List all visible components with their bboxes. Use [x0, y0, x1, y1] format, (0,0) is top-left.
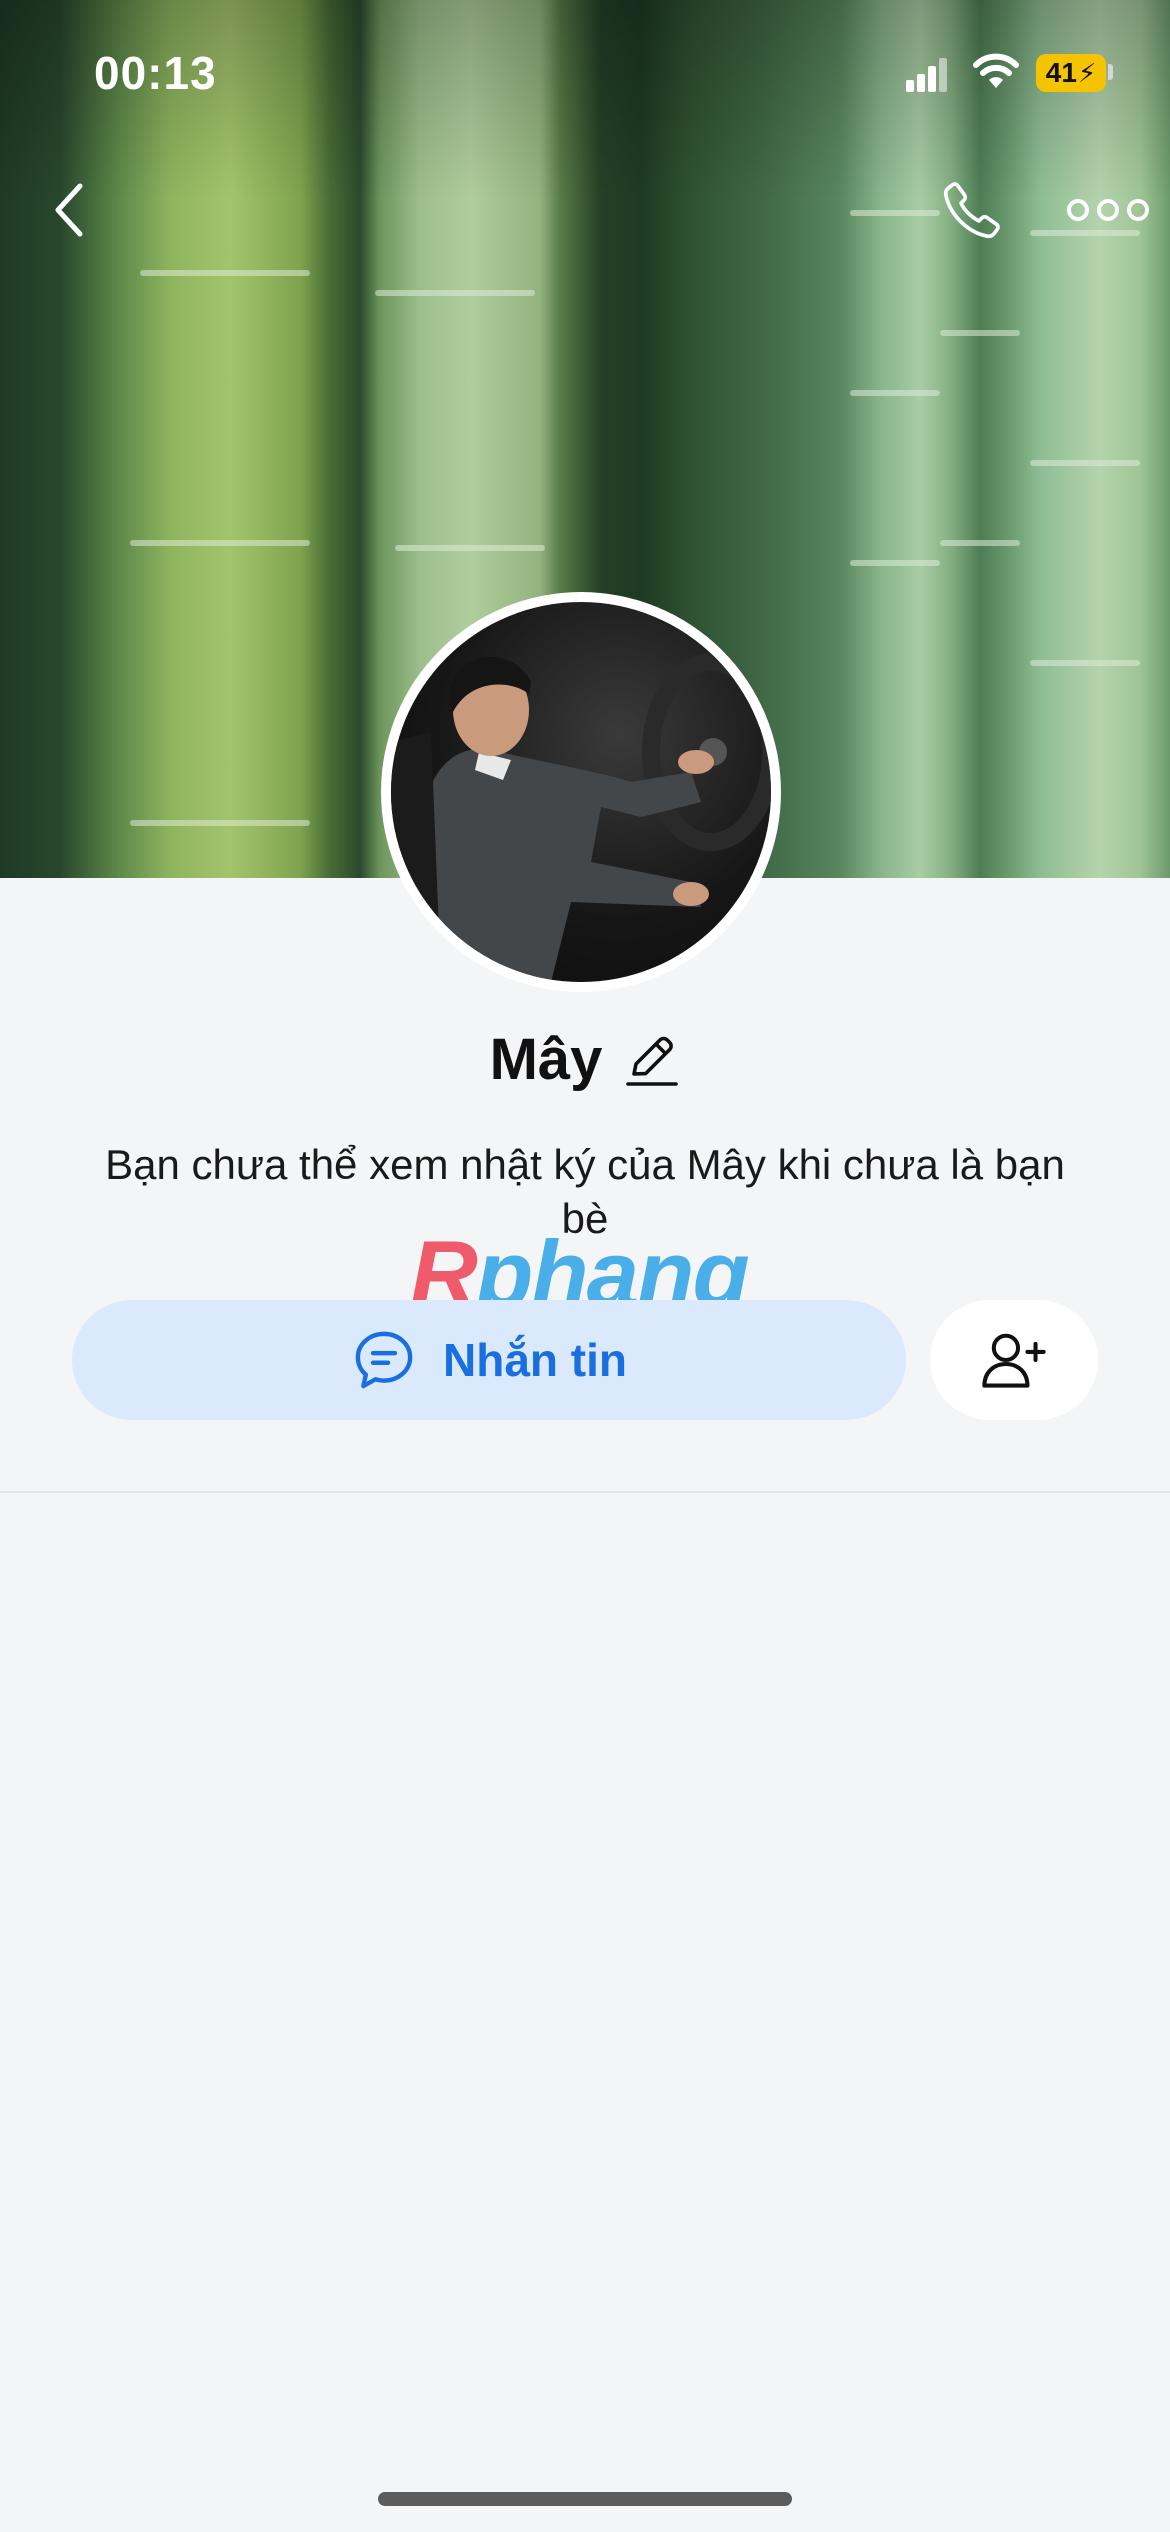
- avatar-photo: [391, 602, 771, 982]
- phone-icon: [943, 182, 1000, 239]
- battery-tip: [1108, 64, 1113, 80]
- back-button[interactable]: [30, 170, 110, 250]
- chat-bubble-icon: [355, 1331, 413, 1389]
- avatar-image: [391, 653, 771, 982]
- signal-icon: [906, 58, 948, 92]
- profile-name: Mây: [489, 1027, 603, 1092]
- avatar[interactable]: [381, 592, 781, 992]
- more-options-button[interactable]: [1060, 178, 1156, 242]
- message-button-label: Nhắn tin: [443, 1334, 627, 1386]
- add-friend-button[interactable]: [930, 1300, 1098, 1420]
- battery-indicator: 41 ⚡: [1036, 54, 1106, 92]
- section-divider: [0, 1491, 1170, 1493]
- battery-level: 41: [1045, 57, 1077, 88]
- add-user-icon: [982, 1333, 1046, 1388]
- charging-bolt-icon: ⚡: [1077, 57, 1097, 88]
- call-button[interactable]: [930, 168, 1014, 252]
- pencil-icon[interactable]: [624, 1030, 680, 1090]
- status-time: 00:13: [94, 47, 217, 99]
- status-bar: 00:13 41 ⚡: [0, 0, 1170, 150]
- more-horizontal-icon: [1067, 199, 1149, 221]
- wifi-icon: [973, 53, 1019, 88]
- profile-name-row: Mây: [0, 1026, 1170, 1093]
- chevron-left-icon: [55, 183, 83, 237]
- home-indicator[interactable]: [378, 2492, 792, 2506]
- message-button[interactable]: Nhắn tin: [72, 1300, 906, 1420]
